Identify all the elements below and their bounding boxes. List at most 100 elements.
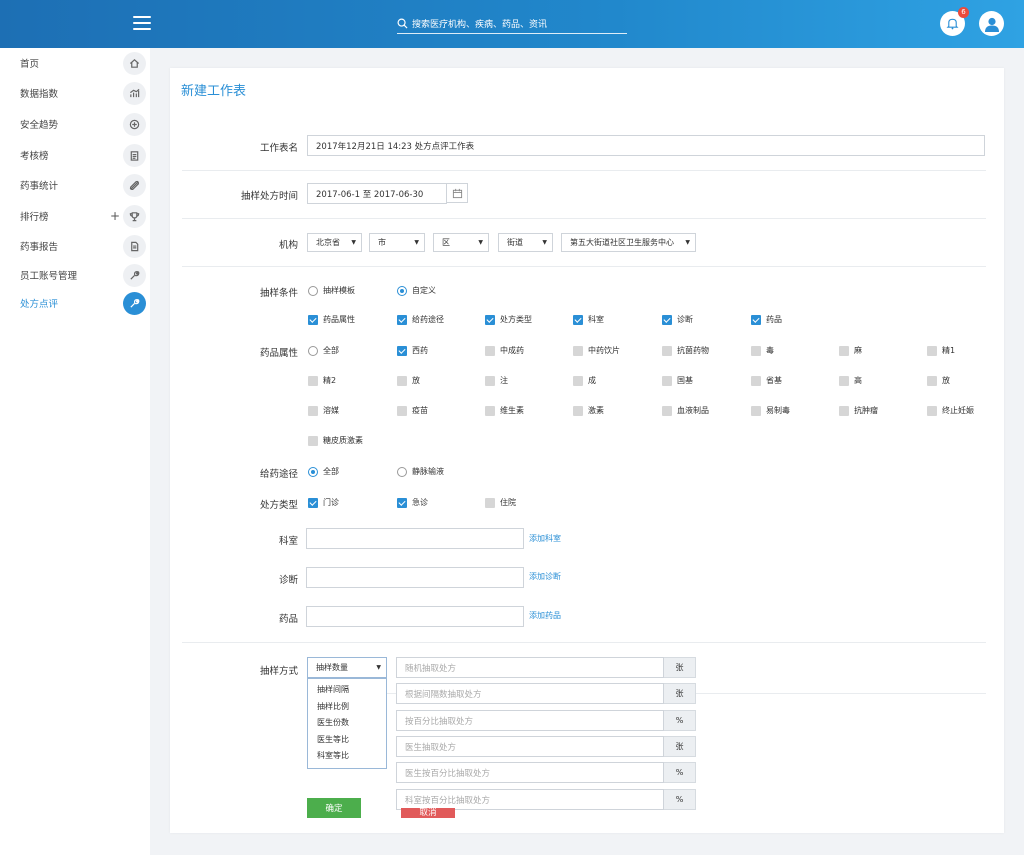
checkbox-unchecked [751, 405, 761, 416]
route-iv-radio[interactable]: 静脉输液 [397, 466, 444, 477]
wrench-icon [123, 263, 146, 287]
drug-attr-option[interactable]: 西药 [397, 345, 428, 356]
rx-type-emergency[interactable]: 急诊 [397, 497, 428, 508]
confirm-button[interactable]: 确定 [307, 798, 361, 818]
drug-attr-option[interactable]: 维生素 [485, 405, 524, 416]
add-drug-link[interactable]: 添加药品 [529, 610, 561, 621]
condition-check-dept[interactable]: 科室 [573, 314, 604, 325]
home-icon [123, 51, 146, 75]
drug-attr-option[interactable]: 溶媒 [308, 405, 339, 416]
expand-plus-icon[interactable]: + [110, 209, 120, 223]
drug-attr-option[interactable]: 终止妊娠 [927, 405, 974, 416]
method-option[interactable]: 医生等比 [308, 732, 386, 749]
method-input-3[interactable]: 按百分比抽取处方 [396, 710, 664, 731]
method-input-4[interactable]: 医生抽取处方 [396, 736, 664, 757]
method-dropdown-menu: 抽样间隔 抽样比例 医生份数 医生等比 科室等比 [307, 678, 387, 769]
add-diagnosis-link[interactable]: 添加诊断 [529, 571, 561, 582]
radio-unchecked [308, 285, 318, 296]
checkbox-unchecked [573, 405, 583, 416]
condition-check-drug[interactable]: 药品 [751, 314, 782, 325]
cancel-button[interactable]: 取消 [401, 808, 455, 818]
sidebar-item-ranking[interactable]: 排行榜 + [0, 203, 150, 229]
sidebar-item-assessment[interactable]: 考核榜 [0, 142, 150, 168]
method-input-5[interactable]: 医生按百分比抽取处方 [396, 762, 664, 783]
checkbox-unchecked [751, 345, 761, 356]
sidebar-item-pharmacy-report[interactable]: 药事报告 [0, 233, 150, 259]
date-range-input[interactable]: 2017-06-1 至 2017-06-30 [307, 183, 447, 204]
user-avatar[interactable] [979, 11, 1004, 36]
condition-check-drug-attr[interactable]: 药品属性 [308, 314, 355, 325]
drug-attr-option[interactable]: 国基 [662, 375, 693, 386]
method-option[interactable]: 抽样比例 [308, 699, 386, 716]
menu-icon[interactable] [133, 16, 151, 30]
drug-attr-option[interactable]: 注 [485, 375, 508, 386]
street-select[interactable]: 街道 [498, 233, 553, 252]
sidebar-item-safety-trend[interactable]: 安全趋势 [0, 111, 150, 137]
checkbox-unchecked [573, 375, 583, 386]
checkbox-unchecked [485, 345, 495, 356]
drug-attr-option[interactable]: 疫苗 [397, 405, 428, 416]
checkbox-unchecked [485, 405, 495, 416]
drug-attr-option[interactable]: 血液制品 [662, 405, 709, 416]
calendar-icon[interactable] [446, 183, 468, 203]
org-label: 机构 [278, 240, 298, 251]
drug-attr-option[interactable]: 激素 [573, 405, 604, 416]
divider [696, 693, 986, 694]
drug-attr-option[interactable]: 放 [927, 375, 950, 386]
checkbox-unchecked [839, 405, 849, 416]
method-input-6[interactable]: 科室按百分比抽取处方 [396, 789, 664, 810]
unit-label: 张 [664, 657, 696, 678]
drug-input[interactable] [306, 606, 524, 627]
method-option[interactable]: 科室等比 [308, 748, 386, 765]
checkbox-checked [397, 497, 407, 508]
drug-attr-option[interactable]: 中成药 [485, 345, 524, 356]
drug-attr-all-radio[interactable]: 全部 [308, 345, 339, 356]
notification-button[interactable]: 6 [940, 7, 969, 36]
checkbox-unchecked [397, 375, 407, 386]
method-option[interactable]: 医生份数 [308, 715, 386, 732]
route-all-radio[interactable]: 全部 [308, 466, 339, 477]
drug-attr-option[interactable]: 成 [573, 375, 596, 386]
method-input-2[interactable]: 根据间隔数抽取处方 [396, 683, 664, 704]
city-select[interactable]: 市 [369, 233, 425, 252]
drug-attr-option[interactable]: 精1 [927, 345, 955, 356]
dept-input[interactable] [306, 528, 524, 549]
condition-check-route[interactable]: 给药途径 [397, 314, 444, 325]
condition-template-radio[interactable]: 抽样模板 [308, 285, 355, 296]
search-input[interactable]: 搜索医疗机构、疾病、药品、资讯 [397, 14, 627, 34]
top-bar: 搜索医疗机构、疾病、药品、资讯 6 [0, 0, 1024, 48]
drug-attr-option[interactable]: 抗菌药物 [662, 345, 709, 356]
sidebar-item-staff-accounts[interactable]: 员工账号管理 [0, 262, 150, 288]
sidebar-item-home[interactable]: 首页 [0, 50, 150, 76]
method-input-1[interactable]: 随机抽取处方 [396, 657, 664, 678]
drug-attr-option[interactable]: 省基 [751, 375, 782, 386]
drug-attr-option[interactable]: 高 [839, 375, 862, 386]
condition-custom-radio[interactable]: 自定义 [397, 285, 436, 296]
rx-type-inpatient[interactable]: 住院 [485, 497, 516, 508]
sidebar-item-data-index[interactable]: 数据指数 [0, 80, 150, 106]
checkbox-unchecked [927, 405, 937, 416]
dept-label: 科室 [278, 536, 298, 547]
drug-attr-option[interactable]: 毒 [751, 345, 774, 356]
condition-check-rx-type[interactable]: 处方类型 [485, 314, 532, 325]
checkbox-unchecked [308, 405, 318, 416]
drug-attr-option[interactable]: 抗肿瘤 [839, 405, 878, 416]
method-option[interactable]: 抽样间隔 [308, 682, 386, 699]
sheet-name-input[interactable]: 2017年12月21日 14:23 处方点评工作表 [307, 135, 985, 156]
diagnosis-input[interactable] [306, 567, 524, 588]
district-select[interactable]: 区 [433, 233, 489, 252]
drug-attr-option[interactable]: 麻 [839, 345, 862, 356]
drug-attr-option[interactable]: 易制毒 [751, 405, 790, 416]
method-select[interactable]: 抽样数量 [307, 657, 387, 678]
drug-attr-option[interactable]: 精2 [308, 375, 336, 386]
sidebar-item-prescription-review[interactable]: 处方点评 [0, 290, 150, 316]
drug-attr-option[interactable]: 放 [397, 375, 420, 386]
add-dept-link[interactable]: 添加科室 [529, 533, 561, 544]
condition-check-diagnosis[interactable]: 诊断 [662, 314, 693, 325]
drug-attr-option[interactable]: 糖皮质激素 [308, 435, 363, 446]
rx-type-outpatient[interactable]: 门诊 [308, 497, 339, 508]
drug-attr-option[interactable]: 中药饮片 [573, 345, 620, 356]
province-select[interactable]: 北京省 [307, 233, 362, 252]
health-center-select[interactable]: 第五大街道社区卫生服务中心 [561, 233, 696, 252]
sidebar-item-pharmacy-stats[interactable]: 药事统计 [0, 172, 150, 198]
